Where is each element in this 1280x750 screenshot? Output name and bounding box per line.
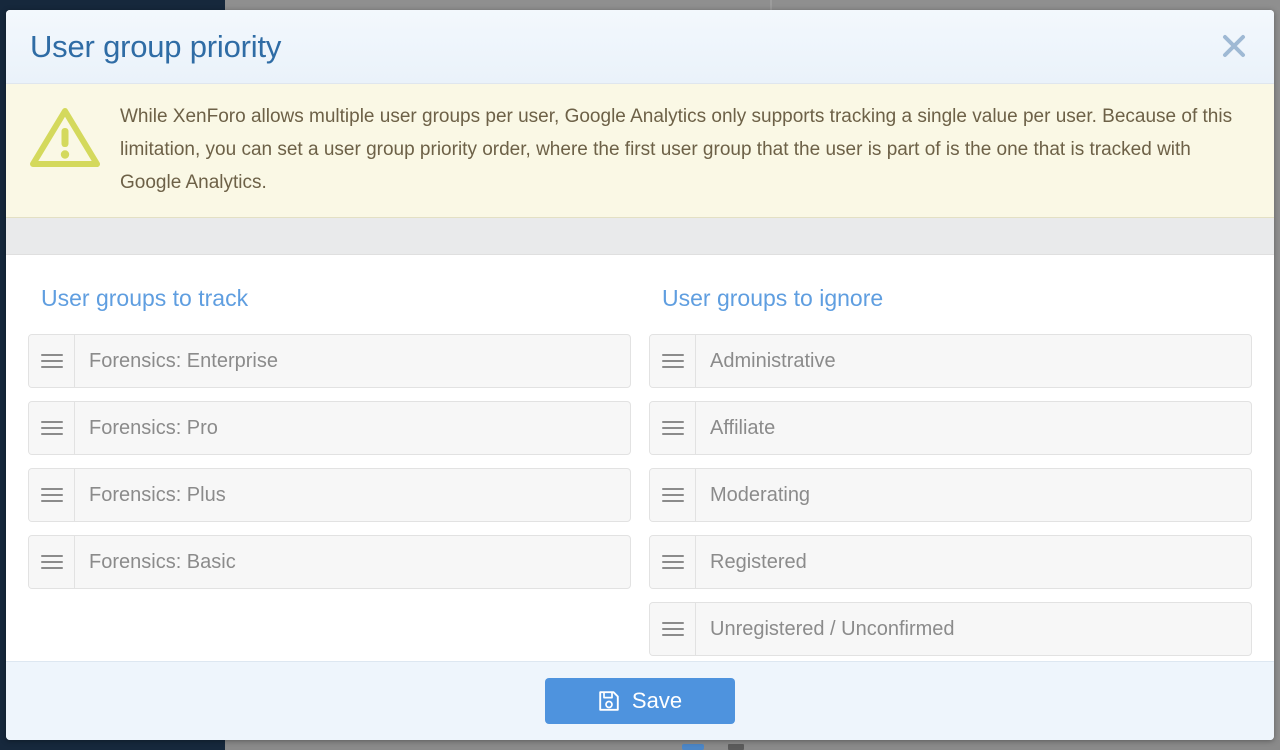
- warning-triangle-icon: [28, 104, 102, 175]
- save-button[interactable]: Save: [545, 678, 735, 724]
- drag-handle-icon[interactable]: [650, 536, 696, 588]
- list-item[interactable]: Forensics: Basic: [28, 535, 631, 589]
- drag-handle-icon[interactable]: [650, 469, 696, 521]
- modal-title: User group priority: [30, 29, 281, 65]
- modal-body: User groups to track Forensics: Enterpri…: [6, 255, 1274, 661]
- drag-handle-icon[interactable]: [650, 603, 696, 655]
- modal-section-divider: [6, 218, 1274, 255]
- drag-handle-icon[interactable]: [29, 335, 75, 387]
- floppy-disk-save-icon: [598, 690, 620, 712]
- list-item[interactable]: Moderating: [649, 468, 1252, 522]
- user-group-priority-modal: User group priority While XenForo allows…: [6, 10, 1274, 740]
- save-button-label: Save: [632, 688, 682, 714]
- list-item[interactable]: Unregistered / Unconfirmed: [649, 602, 1252, 656]
- ignore-column: User groups to ignore Administrative: [649, 285, 1252, 661]
- list-item-label: Moderating: [696, 469, 1251, 521]
- group-columns: User groups to track Forensics: Enterpri…: [28, 285, 1252, 661]
- drag-handle-icon[interactable]: [650, 335, 696, 387]
- topbar-seam: [770, 0, 772, 10]
- warning-notice: While XenForo allows multiple user group…: [6, 84, 1274, 218]
- list-item-label: Administrative: [696, 335, 1251, 387]
- ignore-group-list[interactable]: Administrative Affiliate M: [649, 334, 1252, 656]
- drag-handle-icon[interactable]: [29, 536, 75, 588]
- list-item-label: Affiliate: [696, 402, 1251, 454]
- list-item[interactable]: Administrative: [649, 334, 1252, 388]
- list-item[interactable]: Forensics: Plus: [28, 468, 631, 522]
- list-item-label: Registered: [696, 536, 1251, 588]
- ignore-column-title: User groups to ignore: [662, 285, 1252, 312]
- list-item-label: Forensics: Pro: [75, 402, 630, 454]
- screen: User group priority While XenForo allows…: [0, 0, 1280, 750]
- track-column: User groups to track Forensics: Enterpri…: [28, 285, 631, 661]
- drag-handle-icon[interactable]: [650, 402, 696, 454]
- list-item[interactable]: Forensics: Enterprise: [28, 334, 631, 388]
- close-icon[interactable]: [1214, 26, 1254, 66]
- track-group-list[interactable]: Forensics: Enterprise Forensics: Pro: [28, 334, 631, 589]
- drag-handle-icon[interactable]: [29, 469, 75, 521]
- track-column-title: User groups to track: [41, 285, 631, 312]
- modal-footer: Save: [6, 661, 1274, 740]
- background-checkbox: [682, 744, 704, 750]
- background-icon: [728, 744, 744, 750]
- list-item[interactable]: Affiliate: [649, 401, 1252, 455]
- modal-header: User group priority: [6, 10, 1274, 84]
- drag-handle-icon[interactable]: [29, 402, 75, 454]
- list-item-label: Unregistered / Unconfirmed: [696, 603, 1251, 655]
- admin-topbar-background: [225, 0, 1280, 10]
- list-item-label: Forensics: Basic: [75, 536, 630, 588]
- list-item[interactable]: Forensics: Pro: [28, 401, 631, 455]
- bottom-background: [225, 740, 1280, 750]
- list-item-label: Forensics: Plus: [75, 469, 630, 521]
- list-item[interactable]: Registered: [649, 535, 1252, 589]
- list-item-label: Forensics: Enterprise: [75, 335, 630, 387]
- warning-notice-text: While XenForo allows multiple user group…: [120, 100, 1250, 199]
